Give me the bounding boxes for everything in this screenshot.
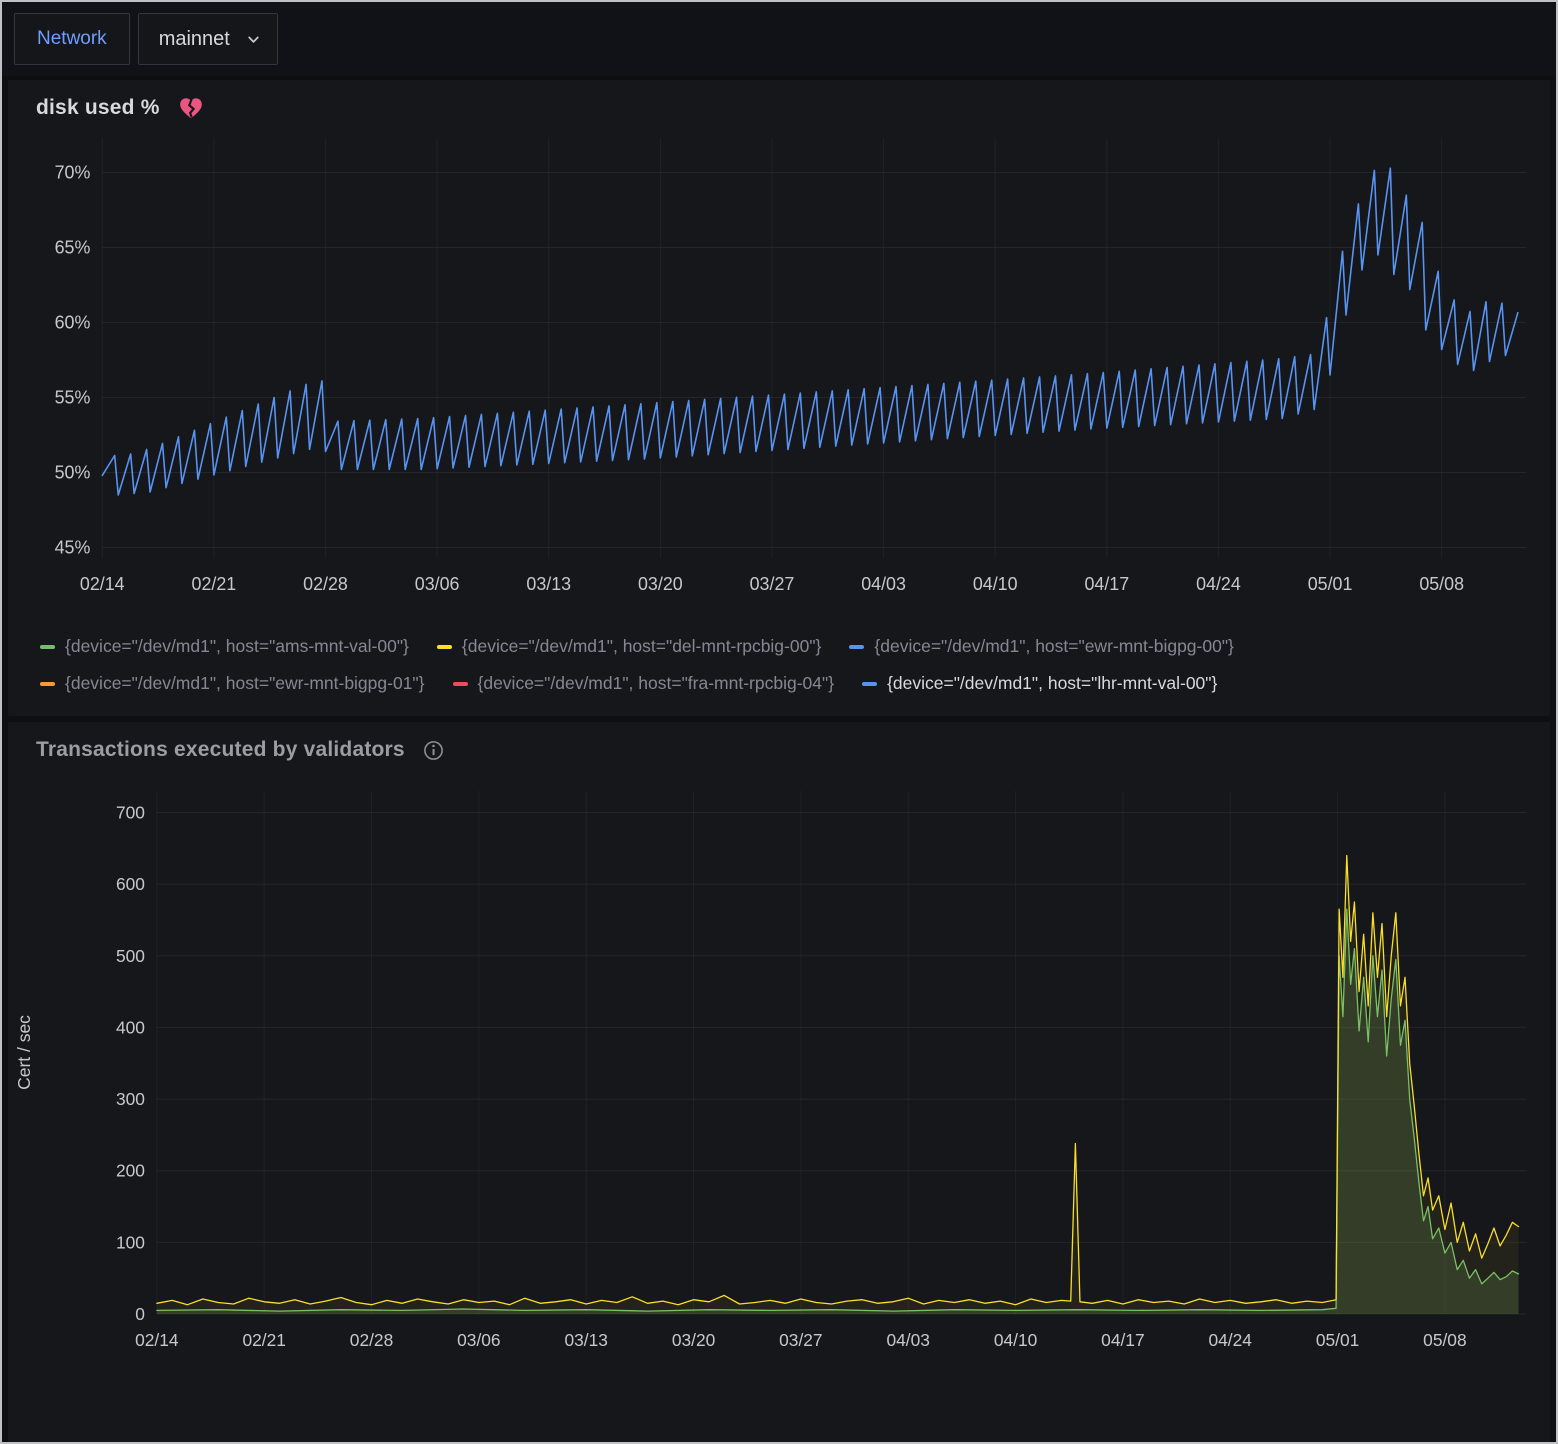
svg-text:04/17: 04/17 [1101, 1330, 1144, 1350]
legend-item[interactable]: {device="/dev/md1", host="ams-mnt-val-00… [40, 636, 409, 657]
panel-title-disk-used[interactable]: disk used % [36, 96, 160, 120]
panel-disk-used: disk used % 02/14 02/21 02/28 03/06 03/13 03/… [8, 80, 1550, 716]
svg-text:04/10: 04/10 [973, 574, 1018, 594]
variable-bar: Network mainnet [2, 2, 1556, 76]
series-color-swatch [40, 682, 55, 686]
svg-text:03/20: 03/20 [638, 574, 683, 594]
legend-item-label: {device="/dev/md1", host="ewr-mnt-bigpg-… [65, 673, 425, 694]
svg-text:04/17: 04/17 [1084, 574, 1129, 594]
legend-item[interactable]: {device="/dev/md1", host="ewr-mnt-bigpg-… [849, 636, 1234, 657]
network-variable-select[interactable]: mainnet [138, 13, 278, 65]
legend-item-label: {device="/dev/md1", host="lhr-mnt-val-00… [887, 673, 1217, 694]
legend-item[interactable]: {device="/dev/md1", host="del-mnt-rpcbig… [437, 636, 822, 657]
svg-text:05/01: 05/01 [1316, 1330, 1359, 1350]
disk-used-chart[interactable]: 02/14 02/21 02/28 03/06 03/13 03/20 03/27 04/03… [8, 124, 1550, 624]
info-icon[interactable] [423, 740, 444, 761]
disk-used-legend: {device="/dev/md1", host="ams-mnt-val-00… [8, 624, 1550, 712]
svg-text:03/13: 03/13 [564, 1330, 607, 1350]
svg-text:03/27: 03/27 [750, 574, 795, 594]
svg-text:04/03: 04/03 [861, 574, 906, 594]
legend-item-label: {device="/dev/md1", host="fra-mnt-rpcbig… [478, 673, 835, 694]
svg-text:02/21: 02/21 [242, 1330, 285, 1350]
svg-text:03/06: 03/06 [415, 574, 460, 594]
alert-broken-heart-icon [178, 96, 204, 120]
panel-transactions: Transactions executed by validators 02/1… [8, 722, 1550, 1442]
series-color-swatch [437, 645, 452, 649]
svg-text:03/13: 03/13 [526, 574, 571, 594]
svg-text:05/01: 05/01 [1308, 574, 1353, 594]
svg-text:100: 100 [116, 1232, 145, 1252]
svg-text:02/28: 02/28 [350, 1330, 393, 1350]
svg-text:02/14: 02/14 [135, 1330, 179, 1350]
svg-text:0: 0 [135, 1304, 145, 1324]
svg-text:500: 500 [116, 946, 145, 966]
legend-item-label: {device="/dev/md1", host="ewr-mnt-bigpg-… [874, 636, 1234, 657]
svg-text:03/06: 03/06 [457, 1330, 500, 1350]
chevron-down-icon [246, 32, 261, 47]
svg-text:02/28: 02/28 [303, 574, 348, 594]
series-color-swatch [40, 645, 55, 649]
svg-text:04/24: 04/24 [1196, 574, 1241, 594]
svg-text:55%: 55% [55, 387, 91, 407]
legend-item[interactable]: {device="/dev/md1", host="ewr-mnt-bigpg-… [40, 673, 425, 694]
svg-text:05/08: 05/08 [1419, 574, 1464, 594]
legend-item-label: {device="/dev/md1", host="del-mnt-rpcbig… [462, 636, 822, 657]
svg-text:04/03: 04/03 [886, 1330, 929, 1350]
legend-item[interactable]: {device="/dev/md1", host="fra-mnt-rpcbig… [453, 673, 835, 694]
svg-text:60%: 60% [55, 312, 91, 332]
svg-text:03/27: 03/27 [779, 1330, 822, 1350]
series-color-swatch [453, 682, 468, 686]
svg-text:50%: 50% [55, 462, 91, 482]
svg-text:03/20: 03/20 [672, 1330, 716, 1350]
grafana-dashboard: Network mainnet disk used % 02/1402/2102… [0, 0, 1558, 1444]
legend-item-label: {device="/dev/md1", host="ams-mnt-val-00… [65, 636, 409, 657]
svg-text:200: 200 [116, 1161, 145, 1181]
series-color-swatch [849, 645, 864, 649]
svg-text:04/24: 04/24 [1209, 1330, 1253, 1350]
svg-text:02/14: 02/14 [80, 574, 125, 594]
svg-text:02/21: 02/21 [192, 574, 237, 594]
network-variable-label-text: Network [37, 28, 107, 50]
svg-text:400: 400 [116, 1017, 145, 1037]
svg-text:70%: 70% [55, 162, 91, 182]
svg-text:65%: 65% [55, 237, 91, 257]
svg-text:Cert / sec: Cert / sec [14, 1015, 34, 1090]
series-color-swatch [862, 682, 877, 686]
transactions-chart[interactable]: 02/14 02/21 02/28 03/06 03/13 03/20 03/27 04/03… [8, 766, 1550, 1386]
network-variable-value: mainnet [159, 28, 230, 51]
svg-text:04/10: 04/10 [994, 1330, 1038, 1350]
svg-text:05/08: 05/08 [1423, 1330, 1466, 1350]
svg-text:600: 600 [116, 874, 145, 894]
svg-text:300: 300 [116, 1089, 145, 1109]
svg-text:45%: 45% [55, 537, 91, 557]
legend-item[interactable]: {device="/dev/md1", host="lhr-mnt-val-00… [862, 673, 1217, 694]
network-variable-label: Network [14, 13, 130, 65]
panel-disk-used-header: disk used % [8, 80, 1550, 124]
svg-text:700: 700 [116, 802, 145, 822]
panel-title-transactions[interactable]: Transactions executed by validators [36, 738, 405, 762]
panel-transactions-header: Transactions executed by validators [8, 722, 1550, 766]
